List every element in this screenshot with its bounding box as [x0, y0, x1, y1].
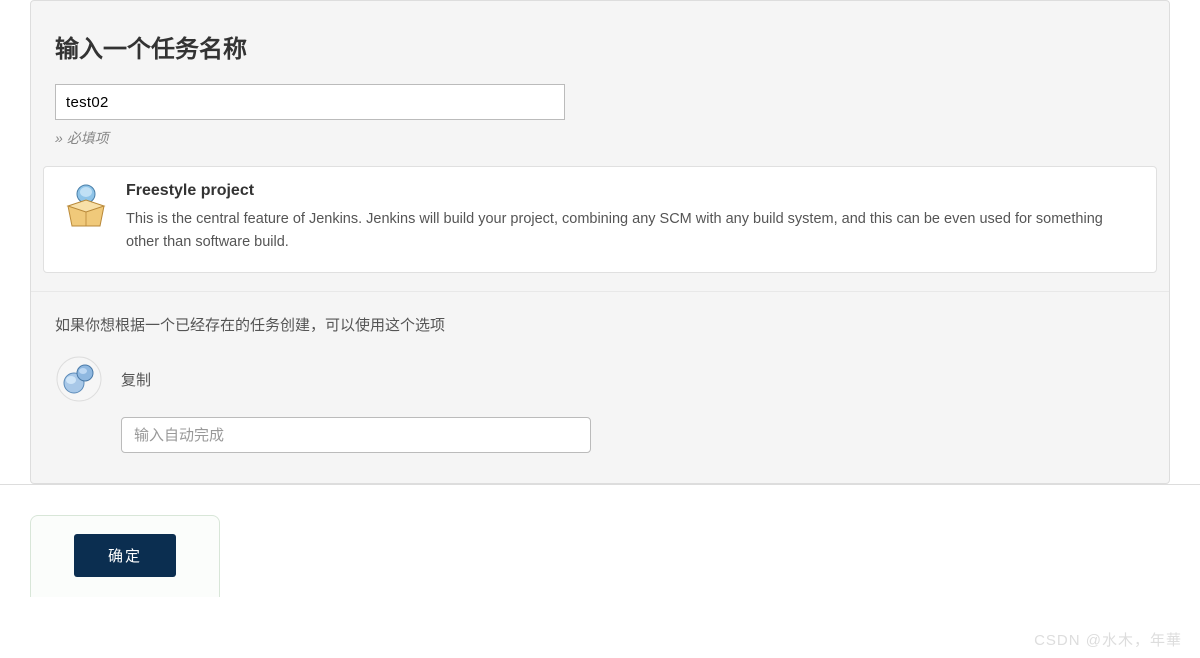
freestyle-project-option[interactable]: Freestyle project This is the central fe…: [43, 166, 1157, 273]
copy-prompt: 如果你想根据一个已经存在的任务创建，可以使用这个选项: [55, 314, 1145, 335]
item-name-input[interactable]: [55, 84, 565, 120]
copy-from-input[interactable]: [121, 417, 591, 453]
copy-label: 复制: [121, 369, 151, 390]
project-type-title: Freestyle project: [126, 182, 1138, 200]
name-section: 输入一个任务名称 必填项: [31, 1, 1169, 166]
freestyle-project-icon: [62, 182, 110, 230]
footer-section: 确定: [0, 484, 1200, 627]
copy-icon: [55, 355, 103, 403]
new-item-panel: 输入一个任务名称 必填项 Freestyle project This is t…: [30, 0, 1170, 484]
submit-wrap: 确定: [30, 515, 220, 597]
copy-row: 复制: [55, 355, 1145, 403]
required-hint: 必填项: [55, 128, 1145, 148]
copy-from-section: 如果你想根据一个已经存在的任务创建，可以使用这个选项 复制: [31, 291, 1169, 483]
ok-button[interactable]: 确定: [74, 534, 176, 577]
project-type-body: Freestyle project This is the central fe…: [126, 182, 1138, 254]
page-title: 输入一个任务名称: [55, 29, 1145, 64]
project-type-description: This is the central feature of Jenkins. …: [126, 208, 1138, 254]
watermark: CSDN @水木，年華: [1034, 629, 1182, 650]
